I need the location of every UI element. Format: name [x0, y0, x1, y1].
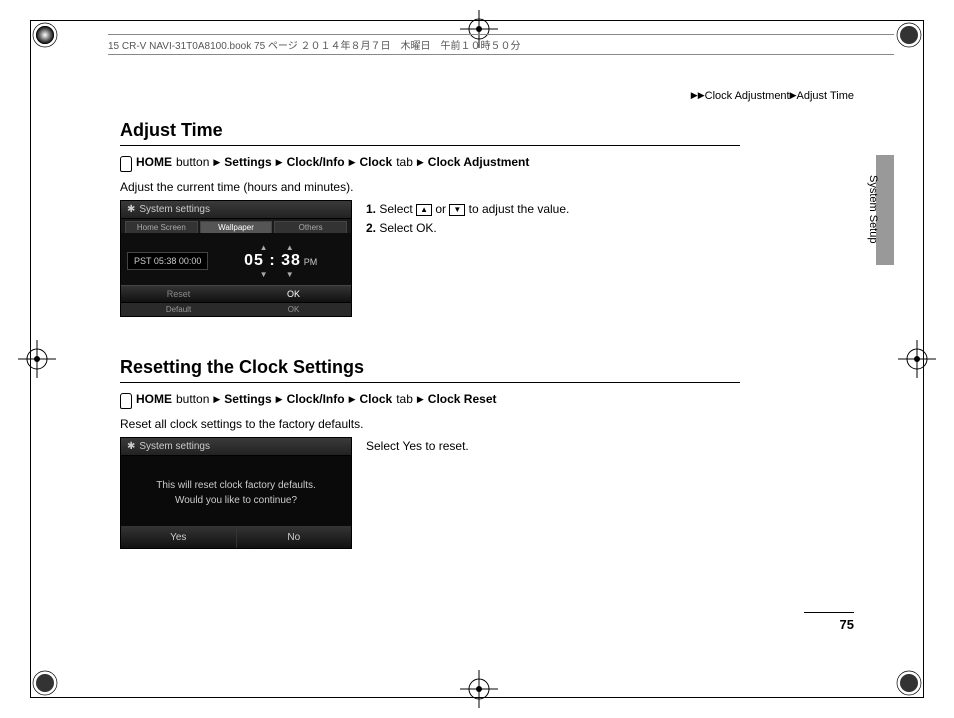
section-title-reset-clock: Resetting the Clock Settings: [120, 357, 740, 383]
crop-mark-icon: [892, 666, 926, 700]
time-display: 05 : 38: [244, 252, 301, 269]
section1-description: Adjust the current time (hours and minut…: [120, 180, 740, 194]
arrow-icon: ▶: [276, 394, 283, 405]
arrow-icon: ▶: [276, 157, 283, 168]
footer-ok-button[interactable]: OK: [236, 303, 351, 316]
nav-settings: Settings: [224, 155, 271, 169]
registration-mark-icon: [460, 670, 498, 708]
nav-home: HOME: [136, 392, 172, 406]
nav-clock-reset: Clock Reset: [428, 392, 497, 406]
screen-title-bar: ✱ System settings: [121, 201, 351, 219]
screenshot-system-settings-time: ✱ System settings Home Screen Wallpaper …: [120, 200, 352, 317]
nav-clockinfo: Clock/Info: [287, 155, 345, 169]
step-1: 1. Select ▲ or ▼ to adjust the value.: [366, 200, 569, 219]
screen-title-bar: ✱ System settings: [121, 438, 351, 456]
no-button[interactable]: No: [237, 527, 352, 548]
step-text: Select: [379, 221, 412, 235]
tab-home-screen[interactable]: Home Screen: [125, 221, 198, 233]
nav-home: HOME: [136, 155, 172, 169]
step-text: or: [435, 202, 446, 216]
breadcrumb-item: Clock Adjustment: [705, 90, 790, 102]
instruction-text: Select Yes to reset.: [366, 437, 469, 549]
crop-mark-icon: [892, 18, 926, 52]
gear-icon: ✱: [127, 204, 135, 215]
step-text: Select: [379, 202, 412, 216]
yes-button[interactable]: Yes: [121, 527, 237, 548]
step-text: to adjust the value.: [469, 202, 570, 216]
am-pm-label: PM: [304, 257, 318, 267]
arrow-icon: ▶: [213, 157, 220, 168]
instr-yes-label: Yes: [402, 439, 422, 453]
nav-clock: Clock: [360, 392, 393, 406]
crop-mark-icon: [28, 666, 62, 700]
side-section-label: System Setup: [867, 175, 879, 243]
arrow-icon: ▶: [349, 394, 356, 405]
instruction-steps: 1. Select ▲ or ▼ to adjust the value. 2.…: [366, 200, 569, 317]
nav-clock-adjustment: Clock Adjustment: [428, 155, 530, 169]
arrow-icon: ▶: [417, 394, 424, 405]
step-text: .: [433, 221, 436, 235]
page-number: 75: [804, 612, 854, 632]
section2-description: Reset all clock settings to the factory …: [120, 417, 740, 431]
nav-text: button: [176, 155, 209, 169]
ok-button[interactable]: OK: [236, 286, 351, 302]
nav-clock: Clock: [360, 155, 393, 169]
breadcrumb-item: Adjust Time: [797, 90, 854, 102]
nav-settings: Settings: [224, 392, 271, 406]
confirm-message: This will reset clock factory defaults. …: [121, 456, 351, 526]
confirm-line2: Would you like to continue?: [131, 493, 341, 508]
nav-path-adjust-time: HOME button ▶ Settings ▶ Clock/Info ▶ Cl…: [120, 154, 740, 170]
confirm-line1: This will reset clock factory defaults.: [131, 478, 341, 493]
registration-mark-icon: [898, 340, 936, 378]
down-arrow-icon: ▼: [449, 204, 465, 216]
nav-clockinfo: Clock/Info: [287, 392, 345, 406]
nav-text: tab: [396, 392, 413, 406]
arrow-icon: ▶: [213, 394, 220, 405]
gear-icon: ✱: [127, 441, 135, 452]
section-title-adjust-time: Adjust Time: [120, 120, 740, 146]
registration-mark-icon: [18, 340, 56, 378]
arrow-icon: ▶: [349, 157, 356, 168]
instr-text: to reset.: [425, 439, 468, 453]
step-ok-label: OK: [416, 221, 433, 235]
timezone-display: PST 05:38 00:00: [127, 252, 208, 270]
crop-mark-icon: [28, 18, 62, 52]
nav-text: button: [176, 392, 209, 406]
screen-title: System settings: [139, 204, 210, 215]
tab-others[interactable]: Others: [274, 221, 347, 233]
up-arrow-icon[interactable]: ▲ ▲: [216, 243, 345, 252]
down-arrow-icon[interactable]: ▼ ▼: [216, 270, 345, 279]
nav-path-reset-clock: HOME button ▶ Settings ▶ Clock/Info ▶ Cl…: [120, 391, 740, 407]
breadcrumb: ▶▶Clock Adjustment▶Adjust Time: [691, 90, 854, 102]
step-2: 2. Select OK.: [366, 219, 569, 238]
clock-adjust-widget: ▲ ▲ 05 : 38 PM ▼ ▼: [216, 243, 345, 279]
arrow-icon: ▶▶: [691, 90, 705, 100]
arrow-icon: ▶: [417, 157, 424, 168]
home-icon: [120, 156, 132, 172]
arrow-icon: ▶: [790, 90, 797, 100]
screenshot-system-settings-reset: ✱ System settings This will reset clock …: [120, 437, 352, 549]
screen-title: System settings: [139, 441, 210, 452]
up-arrow-icon: ▲: [416, 204, 432, 216]
home-icon: [120, 393, 132, 409]
reset-button[interactable]: Reset: [121, 286, 236, 302]
instr-text: Select: [366, 439, 399, 453]
tab-wallpaper[interactable]: Wallpaper: [200, 221, 273, 233]
file-info-header: 15 CR-V NAVI-31T0A8100.book 75 ページ ２０１４年…: [108, 34, 894, 55]
nav-text: tab: [396, 155, 413, 169]
footer-default-button[interactable]: Default: [121, 303, 236, 316]
